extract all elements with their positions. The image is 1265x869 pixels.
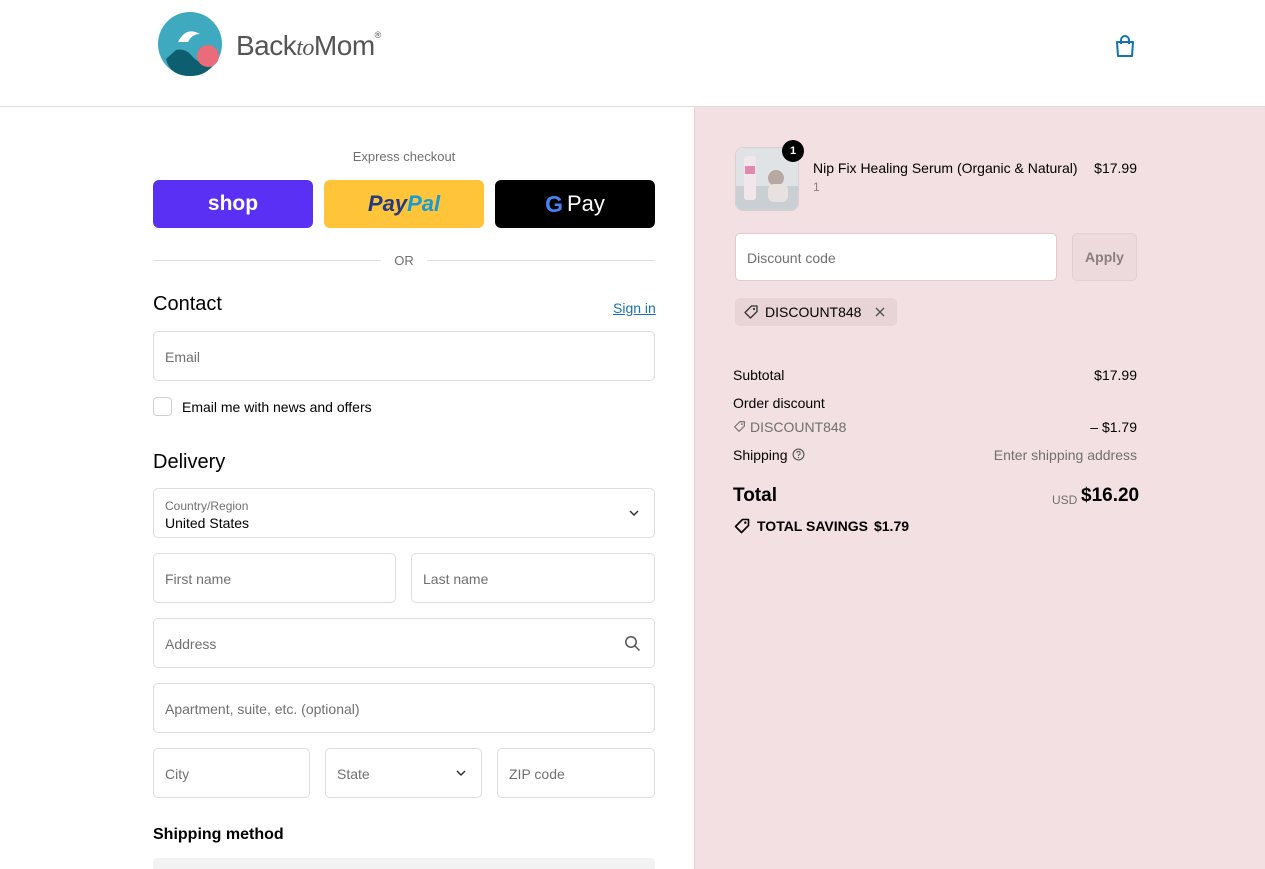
chevron-down-icon bbox=[629, 510, 639, 517]
subtotal-value: $17.99 bbox=[1094, 367, 1137, 383]
zip-field[interactable]: ZIP code bbox=[497, 748, 655, 798]
product-variant: 1 bbox=[813, 180, 820, 194]
shop-pay-button[interactable]: shop bbox=[153, 180, 313, 228]
newsletter-checkbox[interactable] bbox=[153, 397, 172, 416]
brand-name: BacktoMom® bbox=[236, 30, 381, 61]
paypal-label-1: Pay bbox=[367, 191, 408, 216]
first-name-field[interactable]: First name bbox=[153, 553, 396, 603]
discount-code-text: DISCOUNT848 bbox=[750, 419, 847, 435]
applied-discount-code: DISCOUNT848 bbox=[765, 304, 862, 320]
paypal-label-2: Pal bbox=[407, 191, 441, 216]
discount-value: – $1.79 bbox=[1090, 419, 1137, 435]
total-savings: TOTAL SAVINGS $1.79 bbox=[733, 517, 909, 535]
or-divider: OR bbox=[153, 251, 655, 269]
state-select[interactable]: State bbox=[325, 748, 482, 798]
shipping-value: Enter shipping address bbox=[993, 447, 1137, 463]
shipping-method-heading: Shipping method bbox=[153, 826, 284, 843]
chevron-down-icon bbox=[456, 770, 466, 777]
discount-placeholder: Discount code bbox=[747, 250, 836, 266]
last-name-placeholder: Last name bbox=[423, 571, 489, 587]
apartment-placeholder: Apartment, suite, etc. (optional) bbox=[165, 701, 360, 717]
address-field[interactable]: Address bbox=[153, 618, 655, 668]
discount-code-line: DISCOUNT848 bbox=[733, 419, 846, 435]
city-placeholder: City bbox=[165, 766, 190, 782]
checkout-form: Express checkout shop Pay Pal G Pay OR Co… bbox=[0, 107, 694, 869]
applied-discount-tag: DISCOUNT848 bbox=[735, 298, 898, 326]
logo-mark-icon bbox=[158, 12, 222, 76]
sign-in-link[interactable]: Sign in bbox=[613, 300, 656, 316]
shop-pay-label: shop bbox=[207, 192, 259, 215]
product-price: $17.99 bbox=[1094, 160, 1137, 176]
tag-icon bbox=[734, 421, 745, 432]
city-field[interactable]: City bbox=[153, 748, 310, 798]
search-icon bbox=[625, 636, 641, 652]
express-checkout-label: Express checkout bbox=[352, 149, 456, 164]
shipping-label: Shipping bbox=[733, 447, 788, 463]
google-pay-label: Pay bbox=[566, 191, 605, 216]
last-name-field[interactable]: Last name bbox=[411, 553, 655, 603]
email-placeholder: Email bbox=[165, 349, 201, 365]
first-name-placeholder: First name bbox=[165, 571, 232, 587]
total-label: Total bbox=[733, 485, 777, 506]
google-pay-button[interactable]: G Pay bbox=[495, 180, 655, 228]
total-value: $16.20 bbox=[1081, 485, 1140, 506]
country-select[interactable]: Country/Region United States bbox=[153, 488, 655, 538]
help-icon[interactable] bbox=[792, 448, 805, 461]
zip-placeholder: ZIP code bbox=[509, 766, 565, 782]
newsletter-label: Email me with news and offers bbox=[182, 399, 372, 415]
currency-code: USD bbox=[1052, 493, 1078, 507]
state-placeholder: State bbox=[337, 766, 370, 782]
address-placeholder: Address bbox=[165, 636, 217, 652]
google-g-icon: G bbox=[545, 190, 563, 217]
savings-value: $1.79 bbox=[873, 518, 910, 534]
divider-line bbox=[427, 260, 655, 261]
shopping-bag-icon[interactable] bbox=[1112, 33, 1138, 59]
apply-discount-button[interactable]: Apply bbox=[1072, 233, 1137, 281]
apartment-field[interactable]: Apartment, suite, etc. (optional) bbox=[153, 683, 655, 733]
paypal-button[interactable]: Pay Pal bbox=[324, 180, 484, 228]
country-label: Country/Region bbox=[165, 499, 249, 513]
shipping-method-box bbox=[153, 858, 655, 869]
remove-discount-icon[interactable] bbox=[873, 305, 887, 319]
shipping-row-label: Shipping bbox=[733, 447, 805, 463]
order-summary: 1 Nip Fix Healing Serum (Organic & Natur… bbox=[694, 107, 1265, 869]
email-field[interactable]: Email bbox=[153, 331, 655, 381]
brand-logo[interactable]: BacktoMom® bbox=[156, 4, 406, 86]
quantity-badge: 1 bbox=[782, 140, 804, 162]
product-name: Nip Fix Healing Serum (Organic & Natural… bbox=[813, 160, 1078, 176]
subtotal-label: Subtotal bbox=[733, 367, 785, 383]
country-value: United States bbox=[165, 515, 250, 531]
discount-code-input[interactable]: Discount code bbox=[735, 233, 1057, 281]
tag-icon bbox=[744, 305, 758, 319]
savings-tag-icon bbox=[734, 518, 750, 534]
savings-label: TOTAL SAVINGS bbox=[757, 518, 868, 534]
order-discount-label: Order discount bbox=[733, 395, 825, 411]
contact-heading: Contact bbox=[153, 293, 222, 315]
delivery-heading: Delivery bbox=[153, 451, 226, 473]
header: BacktoMom® bbox=[0, 0, 1265, 107]
